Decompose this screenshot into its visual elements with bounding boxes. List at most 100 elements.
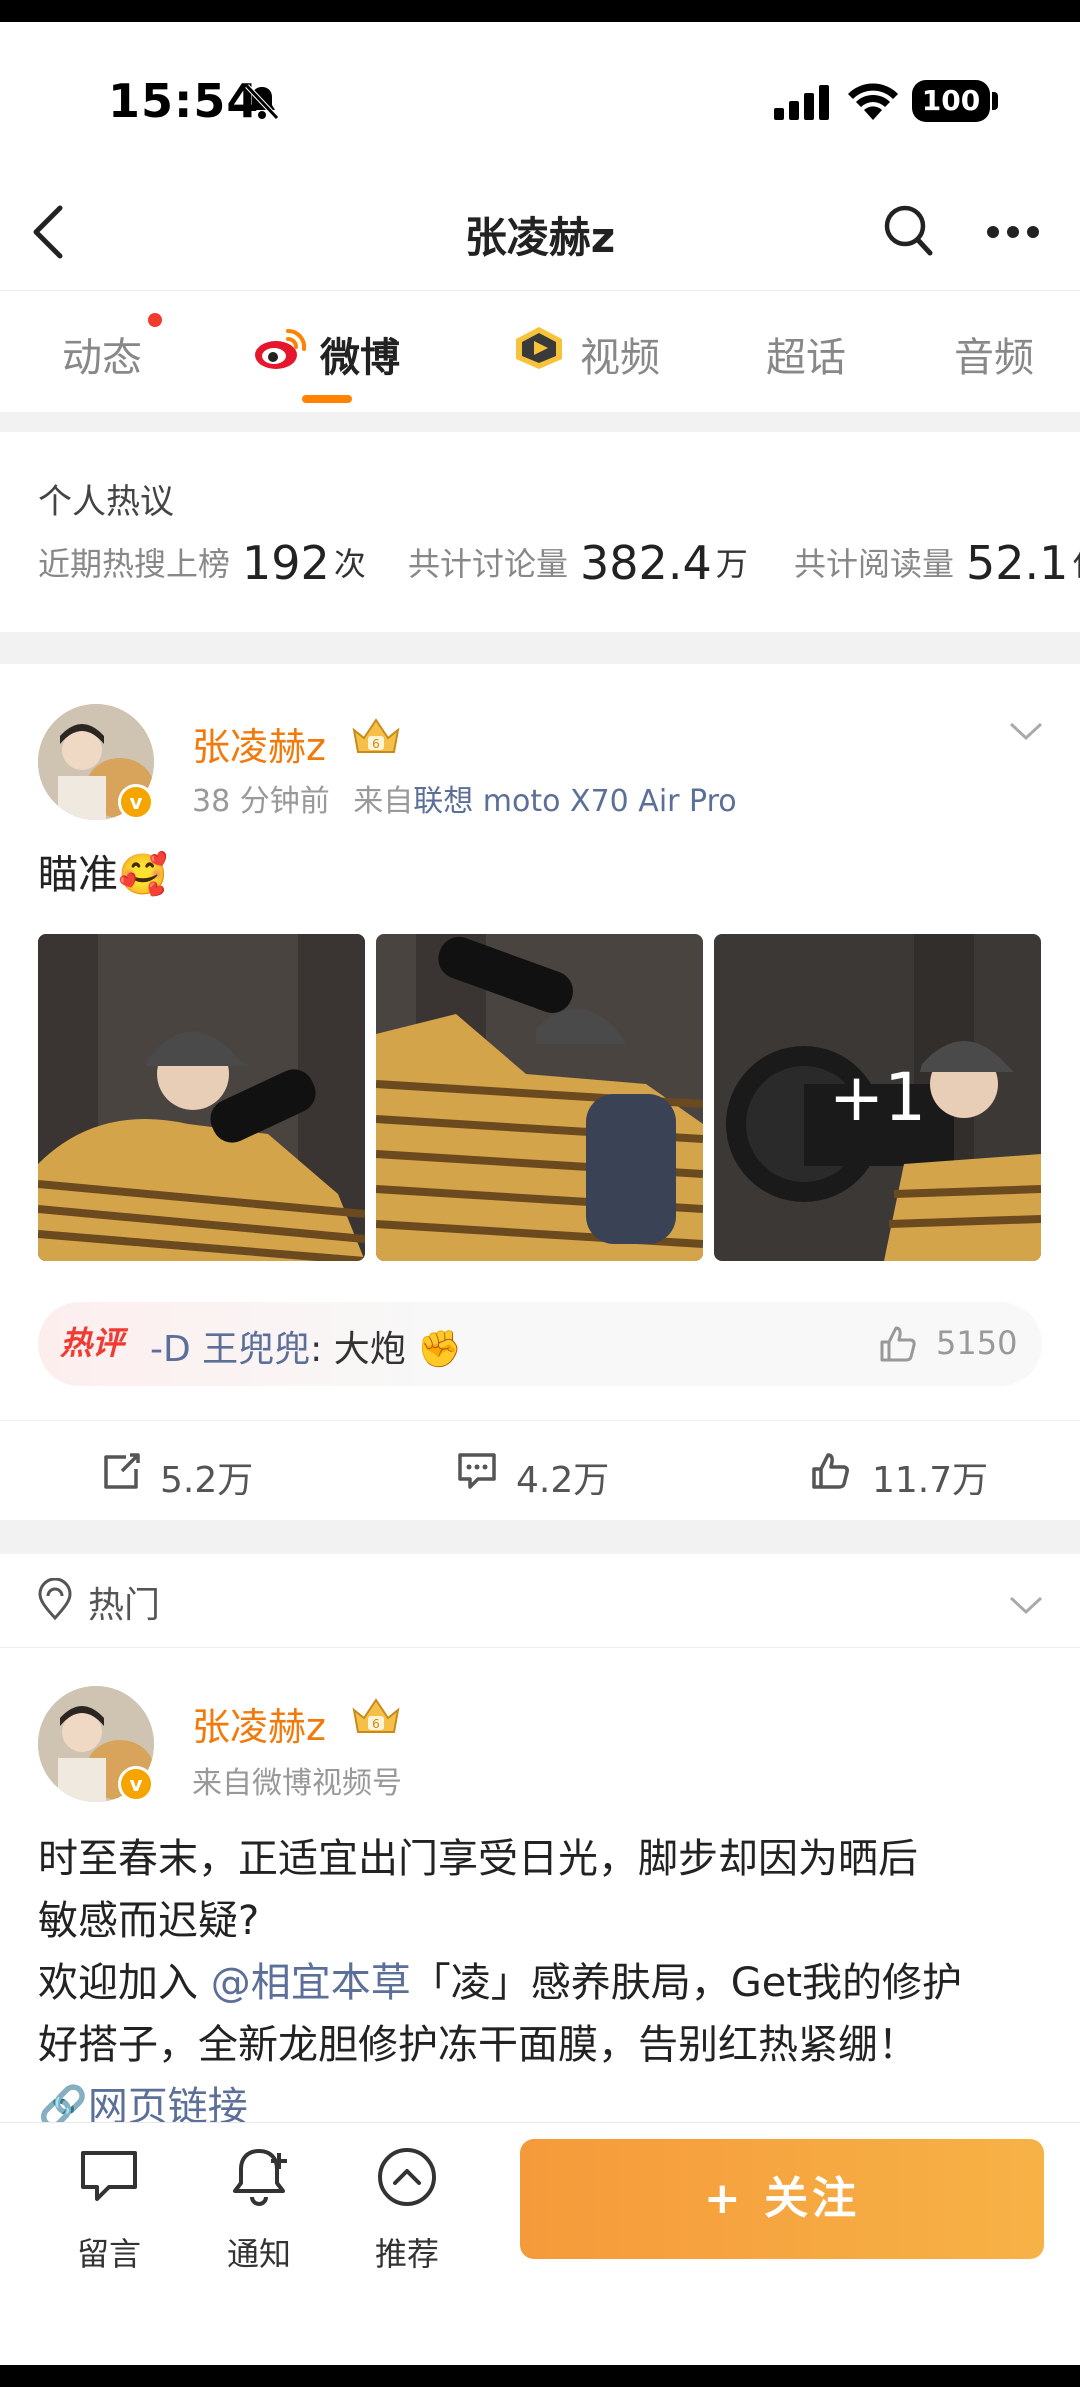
device-name: 联想 moto X70 Air Pro [413, 784, 737, 819]
author-name[interactable]: 张凌赫z [192, 1696, 326, 1751]
post-line-prefix: 欢迎加入 [38, 1960, 211, 2006]
wifi-icon [848, 83, 898, 120]
message-button[interactable]: 留言 [54, 2145, 164, 2285]
stat-hot-search: 近期热搜上榜 192 次 [38, 536, 366, 590]
stat-unit: 万 [715, 545, 748, 583]
photo-image [38, 934, 365, 1261]
stat-unit: 亿 [1072, 545, 1080, 583]
verified-badge-icon: v [118, 784, 154, 820]
stat-unit: 次 [333, 545, 366, 583]
profile-tabs: 动态 微博 视频 超话 音频 [0, 290, 1080, 412]
stat-label: 共计讨论量 [408, 545, 569, 583]
post-line: 敏感而迟疑? [38, 1898, 260, 1944]
tab-feed[interactable]: 动态 [62, 325, 142, 383]
screen: 15:54 100 张凌赫z 动态 微博 视频 超话 音频 个人热议 近期热搜上… [0, 0, 1080, 2387]
like-icon[interactable] [810, 1451, 852, 1491]
post-actions: 5.2万 4.2万 11.7万 [0, 1420, 1080, 1520]
bottom-bezel [0, 2365, 1080, 2387]
video-logo-icon [516, 327, 562, 369]
post-line: 好搭子，全新龙胆修护冻干面膜，告别红热紧绷！ [38, 2022, 918, 2068]
like-count[interactable]: 11.7万 [872, 1451, 988, 1503]
repost-icon[interactable] [100, 1451, 142, 1491]
tab-audio[interactable]: 音频 [954, 325, 1034, 383]
hot-section-header[interactable]: 热门 [0, 1556, 1080, 1648]
hot-comment-label: 热评 [60, 1324, 125, 1362]
author-name[interactable]: 张凌赫z [192, 716, 326, 771]
tab-weibo[interactable]: 微博 [320, 325, 400, 383]
battery-indicator: 100 [912, 80, 990, 122]
stat-value: 382.4 [580, 536, 712, 590]
stat-value: 52.1 [966, 536, 1069, 590]
more-photos-count: +1 [828, 1059, 927, 1136]
hot-discussion-card: 个人热议 近期热搜上榜 192次 共计讨论量 382.4万 共计阅读量 52.1亿 [0, 432, 1080, 632]
active-tab-indicator [302, 395, 352, 403]
section-divider [0, 632, 1080, 664]
post-meta: 38 分钟前 来自联想 moto X70 Air Pro [192, 776, 737, 820]
hot-comment-content: -D 王兜兜: 大炮 ✊ [150, 1320, 462, 1372]
message-label: 留言 [76, 2235, 141, 2273]
post-card: v 张凌赫z 6 来自微博视频号 时至春末，正适宜出门享受日光，脚步却因为晒后 … [0, 1650, 1080, 2130]
more-options-icon[interactable] [986, 224, 1040, 240]
stat-value: 192 [242, 536, 330, 590]
post-source: 来自微博视频号 [192, 1766, 402, 1801]
thumbs-up-icon[interactable] [878, 1324, 918, 1364]
post-time: 38 分钟前 [192, 784, 330, 819]
hot-section-label: 热门 [88, 1585, 161, 1626]
hot-comment-user[interactable]: -D 王兜兜 [150, 1329, 310, 1370]
profile-header: 张凌赫z [0, 172, 1080, 290]
comment-icon[interactable] [456, 1451, 498, 1491]
post-line-suffix: 「凌」感养肤局，Get我的修护 [410, 1960, 963, 2006]
crown-badge-icon: 6 [352, 718, 400, 753]
stat-label: 近期热搜上榜 [38, 545, 231, 583]
stat-reads: 共计阅读量 52.1亿 [794, 536, 1080, 590]
post-text: 时至春末，正适宜出门享受日光，脚步却因为晒后 敏感而迟疑? 欢迎加入 @相宜本草… [38, 1828, 1048, 2138]
post-photo-1[interactable] [38, 934, 365, 1261]
bell-muted-icon [245, 84, 279, 120]
section-divider [0, 412, 1080, 432]
section-divider [0, 1520, 1080, 1554]
source-prefix: 来自 [353, 784, 414, 819]
hot-comment-likes: 5150 [936, 1324, 1018, 1362]
status-bar: 15:54 100 [0, 22, 1080, 172]
crown-badge-icon: 6 [352, 1698, 400, 1733]
chevron-down-icon[interactable] [1008, 1594, 1044, 1616]
comment-count[interactable]: 4.2万 [516, 1451, 609, 1503]
search-icon[interactable] [882, 202, 934, 258]
bell-plus-icon [233, 2149, 287, 2206]
post-line: 欢迎加入 @相宜本草「凌」感养肤局，Get我的修护 [38, 1952, 1048, 2014]
recommend-button[interactable]: 推荐 [352, 2145, 462, 2285]
hot-comment-text: : 大炮 ✊ [310, 1329, 462, 1370]
battery-tip [992, 92, 998, 110]
bottom-action-bar: 留言 通知 推荐 + 关注 [0, 2122, 1080, 2365]
notify-label: 通知 [226, 2235, 291, 2273]
svg-text:6: 6 [372, 737, 380, 751]
weibo-logo-icon [255, 328, 307, 369]
hot-location-icon [38, 1578, 72, 1621]
cellular-signal-icon [774, 85, 829, 120]
verified-badge-icon: v [118, 1766, 154, 1802]
svg-text:6: 6 [372, 1717, 380, 1731]
follow-button[interactable]: + 关注 [520, 2139, 1044, 2259]
repost-count[interactable]: 5.2万 [160, 1451, 253, 1503]
chevron-down-icon[interactable] [1008, 720, 1044, 742]
post-text: 瞄准🥰 [38, 852, 168, 898]
post-card: v 张凌赫z 6 38 分钟前 来自联想 moto X70 Air Pro 瞄准… [0, 664, 1080, 1520]
chevron-circle-up-icon [378, 2148, 436, 2206]
message-icon [81, 2151, 137, 2201]
stat-discussions: 共计讨论量 382.4 万 [408, 536, 748, 590]
post-photo-2[interactable] [376, 934, 703, 1261]
hot-comment[interactable]: 热评 -D 王兜兜: 大炮 ✊ 5150 [38, 1302, 1042, 1386]
unread-dot [148, 313, 162, 327]
photo-image [376, 934, 703, 1261]
post-photo-3[interactable]: +1 [714, 934, 1041, 1261]
hot-discussion-title: 个人热议 [38, 482, 174, 522]
post-line: 时至春末，正适宜出门享受日光，脚步却因为晒后 [38, 1836, 918, 1882]
mention-link[interactable]: @相宜本草 [211, 1960, 411, 2006]
recommend-label: 推荐 [374, 2235, 439, 2273]
top-bezel [0, 0, 1080, 22]
status-time: 15:54 [108, 74, 260, 128]
tab-video[interactable]: 视频 [580, 325, 660, 383]
tab-super-topic[interactable]: 超话 [766, 325, 846, 383]
notify-button[interactable]: 通知 [204, 2145, 314, 2285]
stat-label: 共计阅读量 [794, 545, 955, 583]
